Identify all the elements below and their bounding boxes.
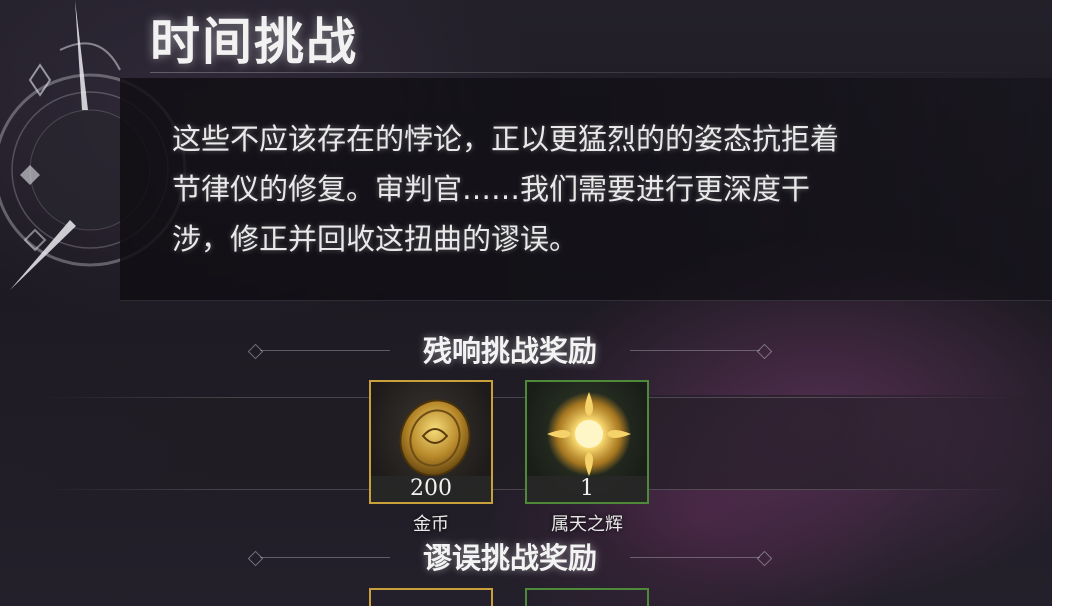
description-line: 这些不应该存在的悖论，正以更猛烈的的姿态抗拒着 <box>172 122 840 156</box>
description-line: 节律仪的修复。审判官……我们需要进行更深度干 <box>172 172 811 206</box>
page-title: 时间挑战 <box>150 13 358 71</box>
reward-card-partial[interactable] <box>369 588 493 606</box>
header-line <box>630 557 760 558</box>
reward-card-celestial-radiance[interactable]: 1 <box>525 380 649 504</box>
title-divider <box>150 72 1030 73</box>
reward-name: 金币 <box>413 514 449 535</box>
header-line <box>630 350 760 351</box>
reward-quantity: 1 <box>527 476 647 502</box>
reward-card-gold-coin[interactable]: 200 <box>369 380 493 504</box>
reward-name: 属天之辉 <box>551 514 623 535</box>
description-text: 这些不应该存在的悖论，正以更猛烈的的姿态抗拒着 节律仪的修复。审判官……我们需要… <box>172 114 992 264</box>
reward-quantity: 200 <box>371 476 491 502</box>
celestial-radiance-icon <box>547 392 631 476</box>
section-title: 残响挑战奖励 <box>422 334 597 368</box>
reward-card-partial[interactable] <box>525 588 649 606</box>
section-header-echo-rewards: 残响挑战奖励 <box>247 331 773 371</box>
section-title: 谬误挑战奖励 <box>422 541 597 575</box>
section-header-fallacy-rewards: 谬误挑战奖励 <box>247 538 773 578</box>
description-line: 涉，修正并回收这扭曲的谬误。 <box>172 222 579 256</box>
gold-coin-icon <box>399 399 471 477</box>
game-screen: 时间挑战 这些不应该存在的悖论，正以更猛烈的的姿态抗拒着 节律仪的修复。审判官…… <box>0 0 1052 606</box>
